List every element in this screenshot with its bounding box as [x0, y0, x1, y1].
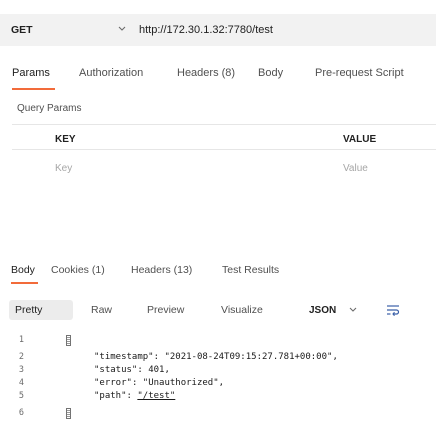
json-key: "status" [94, 365, 138, 375]
code-line: 3 "status": 401, [0, 365, 436, 378]
json-key: "error" [94, 378, 132, 388]
tab-params[interactable]: Params [12, 67, 50, 79]
json-string: "2021-08-24T09:15:27.781+00:00" [164, 352, 333, 362]
format-select[interactable]: JSON [309, 305, 336, 316]
line-number: 2 [18, 352, 24, 362]
tab-response-headers[interactable]: Headers (13) [131, 264, 192, 276]
open-brace-glyph [66, 335, 71, 346]
tab-test-results[interactable]: Test Results [222, 264, 279, 276]
json-key: "path" [94, 391, 127, 401]
params-row: Key Value [0, 150, 436, 178]
tab-preview[interactable]: Preview [147, 300, 184, 320]
url-input[interactable]: http://172.30.1.32:7780/test [139, 24, 273, 36]
code-text: "timestamp": "2021-08-24T09:15:27.781+00… [94, 352, 338, 362]
line-number: 6 [18, 408, 24, 418]
params-table-header: KEY VALUE [0, 124, 436, 150]
json-string: "Unauthorized" [142, 378, 219, 388]
active-tab-indicator [11, 282, 38, 284]
json-number: 401 [148, 365, 165, 375]
code-line: 6 [0, 408, 436, 421]
line-number: 1 [18, 335, 24, 345]
tab-headers[interactable]: Headers (8) [177, 67, 235, 79]
close-brace-glyph [66, 408, 71, 419]
code-line: 1 [0, 335, 436, 348]
code-text: "status": 401, [94, 365, 170, 375]
code-text: "error": "Unauthorized", [94, 378, 225, 388]
request-tabs: Params Authorization Headers (8) Body Pr… [0, 64, 436, 90]
key-input[interactable]: Key [55, 163, 72, 174]
method-select[interactable]: GET [11, 24, 33, 36]
tab-visualize[interactable]: Visualize [221, 300, 263, 320]
code-line: 2 "timestamp": "2021-08-24T09:15:27.781+… [0, 352, 436, 365]
wrap-lines-icon[interactable] [386, 304, 400, 316]
tab-response-body[interactable]: Body [11, 264, 35, 276]
format-bar: Pretty Raw Preview Visualize JSON [0, 295, 436, 323]
tab-cookies[interactable]: Cookies (1) [51, 264, 105, 276]
line-number: 4 [18, 378, 24, 388]
tab-pretty[interactable]: Pretty [9, 300, 73, 320]
key-column-header: KEY [55, 134, 76, 145]
code-line: 4 "error": "Unauthorized", [0, 378, 436, 391]
code-line: 5 "path": "/test" [0, 391, 436, 404]
line-number: 5 [18, 391, 24, 401]
tab-pre-request-script[interactable]: Pre-request Script [315, 67, 404, 79]
divider [12, 124, 436, 125]
line-number: 3 [18, 365, 24, 375]
query-params-title: Query Params [17, 103, 82, 114]
json-key: "timestamp" [94, 352, 154, 362]
tab-body[interactable]: Body [258, 67, 283, 79]
response-tabs: Body Cookies (1) Headers (13) Test Resul… [0, 261, 436, 281]
value-input[interactable]: Value [343, 163, 368, 174]
tab-raw[interactable]: Raw [91, 300, 112, 320]
request-bar: GET http://172.30.1.32:7780/test [0, 14, 436, 46]
value-column-header: VALUE [343, 134, 377, 145]
json-link[interactable]: "/test" [137, 391, 175, 401]
chevron-down-icon[interactable] [117, 22, 127, 36]
code-text: "path": "/test" [94, 391, 176, 401]
active-tab-indicator [12, 88, 55, 90]
tab-authorization[interactable]: Authorization [79, 67, 143, 79]
chevron-down-icon[interactable] [348, 303, 358, 317]
